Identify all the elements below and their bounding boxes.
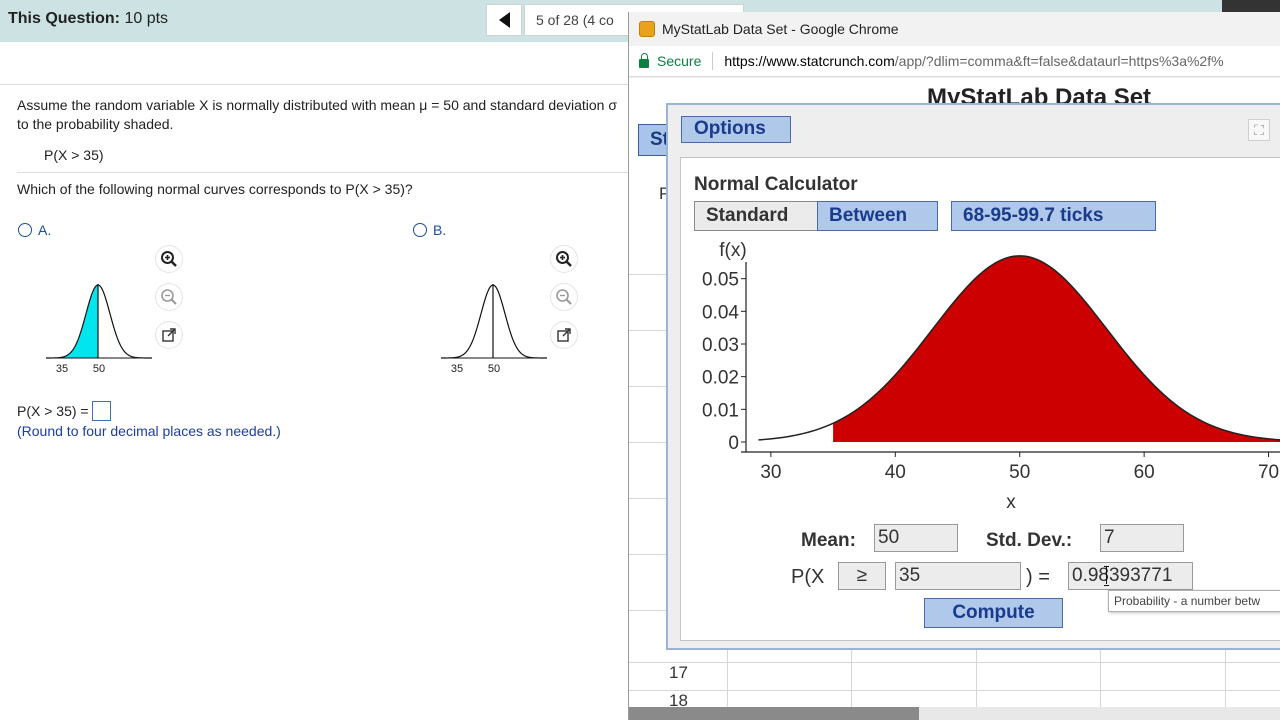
row-number: 17 bbox=[669, 663, 688, 682]
calculator-panel: Normal Calculator Standard Between 68-95… bbox=[680, 157, 1280, 641]
std-dev-label: Std. Dev.: bbox=[986, 530, 1073, 551]
option-a[interactable]: A. bbox=[18, 222, 51, 238]
option-b-label: B. bbox=[433, 222, 447, 238]
chrome-title-bar[interactable]: MyStatLab Data Set - Google Chrome bbox=[629, 12, 1280, 46]
url-host: https://www.statcrunch.com bbox=[724, 53, 895, 69]
x-tick-label: 50 bbox=[1009, 462, 1030, 483]
option-a-curve-line bbox=[46, 284, 152, 359]
normal-calculator-dialog: Options ⛶ Normal Calculator Standard Bet… bbox=[666, 103, 1280, 650]
option-a-radio[interactable] bbox=[18, 223, 32, 237]
option-a-tick-50: 50 bbox=[93, 363, 105, 374]
divider bbox=[0, 84, 630, 85]
compute-button[interactable]: Compute bbox=[924, 598, 1063, 628]
zoom-out-icon[interactable] bbox=[551, 284, 577, 310]
x-tick-label: 60 bbox=[1134, 462, 1155, 483]
horizontal-scrollbar-thumb[interactable] bbox=[629, 707, 919, 720]
question-line-2: to the probability shaded. bbox=[17, 116, 174, 132]
grid-line bbox=[629, 662, 1280, 663]
x-tick-label: 70 bbox=[1258, 462, 1279, 483]
option-a-curve: 35 50 bbox=[46, 284, 152, 374]
option-b-curve-line bbox=[441, 284, 547, 359]
y-axis-label: f(x) bbox=[719, 240, 746, 261]
which-curve-prompt: Which of the following normal curves cor… bbox=[17, 181, 413, 197]
probability-tooltip: Probability - a number betw bbox=[1108, 590, 1280, 612]
y-tick-label: 0.02 bbox=[702, 368, 739, 389]
address-divider bbox=[712, 52, 714, 70]
probability-function-open: P(X bbox=[791, 566, 825, 588]
question-points: This Question: 10 pts bbox=[8, 10, 168, 28]
previous-question-button[interactable] bbox=[486, 4, 522, 36]
mean-label: Mean: bbox=[801, 530, 856, 551]
y-axis: 0 0.01 0.02 0.03 0.04 0.05 bbox=[702, 262, 747, 454]
divider bbox=[17, 172, 630, 173]
y-tick-label: 0.01 bbox=[702, 400, 739, 421]
address-bar[interactable]: Secure https://www.statcrunch.com/app/?d… bbox=[629, 46, 1280, 77]
y-tick-label: 0.04 bbox=[702, 302, 739, 323]
y-tick-label: 0.05 bbox=[702, 270, 739, 291]
zoom-in-icon[interactable] bbox=[156, 246, 182, 272]
y-tick-label: 0 bbox=[728, 433, 739, 454]
url-path: /app/?dlim=comma&ft=false&dataurl=https%… bbox=[894, 53, 1224, 69]
option-b-tick-50: 50 bbox=[488, 363, 500, 374]
question-line-1: Assume the random variable X is normally… bbox=[17, 97, 617, 113]
answer-line: P(X > 35) = bbox=[17, 401, 111, 421]
y-tick-label: 0.03 bbox=[702, 335, 739, 356]
option-b-curve: 35 50 bbox=[441, 284, 547, 374]
secure-label: Secure bbox=[657, 53, 702, 69]
text-cursor-icon bbox=[1104, 566, 1110, 586]
rounding-instruction: (Round to four decimal places as needed.… bbox=[17, 423, 281, 439]
option-a-label: A. bbox=[38, 222, 52, 238]
option-a-shaded-region bbox=[62, 285, 98, 358]
question-text: Assume the random variable X is normally… bbox=[17, 96, 629, 134]
x-tick-label: 30 bbox=[760, 462, 781, 483]
inequality-operator-select[interactable]: ≥ bbox=[838, 562, 886, 590]
calculator-title: Normal Calculator bbox=[694, 174, 858, 195]
question-points-value: 10 pts bbox=[124, 10, 169, 27]
tab-between[interactable]: Between bbox=[817, 201, 938, 231]
x-value-input[interactable]: 35 bbox=[895, 562, 1021, 590]
probability-expression: P(X > 35) bbox=[44, 147, 104, 163]
url-text[interactable]: https://www.statcrunch.com/app/?dlim=com… bbox=[724, 53, 1223, 69]
open-new-window-icon[interactable] bbox=[156, 322, 182, 348]
options-button[interactable]: Options bbox=[681, 116, 791, 143]
tab-standard[interactable]: Standard bbox=[694, 201, 818, 231]
probability-function-close: ) = bbox=[1026, 566, 1050, 588]
probability-result-field[interactable]: 0.98393771 bbox=[1068, 562, 1193, 590]
answer-input[interactable] bbox=[91, 401, 111, 421]
option-b-tick-35: 35 bbox=[451, 363, 463, 374]
option-b[interactable]: B. bbox=[413, 222, 446, 238]
option-b-radio[interactable] bbox=[413, 223, 427, 237]
x-axis: 30 40 50 60 70 bbox=[741, 451, 1280, 483]
zoom-in-icon[interactable] bbox=[551, 246, 577, 272]
maximize-icon[interactable]: ⛶ bbox=[1248, 119, 1270, 141]
grid-line bbox=[629, 690, 1280, 691]
background-edge bbox=[1222, 0, 1280, 12]
x-axis-label: x bbox=[1006, 492, 1016, 513]
statcrunch-favicon-icon bbox=[639, 21, 655, 37]
zoom-out-icon[interactable] bbox=[156, 284, 182, 310]
open-new-window-icon[interactable] bbox=[551, 322, 577, 348]
mean-input[interactable]: 50 bbox=[874, 524, 958, 552]
question-points-label: This Question: bbox=[8, 10, 120, 27]
lock-icon bbox=[639, 52, 649, 68]
std-dev-input[interactable]: 7 bbox=[1100, 524, 1184, 552]
tab-68-95-99-7-ticks[interactable]: 68-95-99.7 ticks bbox=[951, 201, 1156, 231]
normal-distribution-plot: 0 0.01 0.02 0.03 0.04 0.05 30 40 50 60 70 f(x) x bbox=[702, 240, 1280, 513]
x-tick-label: 40 bbox=[885, 462, 906, 483]
horizontal-scrollbar-track[interactable] bbox=[919, 707, 1280, 720]
answer-label: P(X > 35) = bbox=[17, 403, 89, 419]
shaded-probability-region bbox=[833, 255, 1280, 442]
option-a-tick-35: 35 bbox=[56, 363, 68, 374]
window-title: MyStatLab Data Set - Google Chrome bbox=[662, 21, 899, 37]
